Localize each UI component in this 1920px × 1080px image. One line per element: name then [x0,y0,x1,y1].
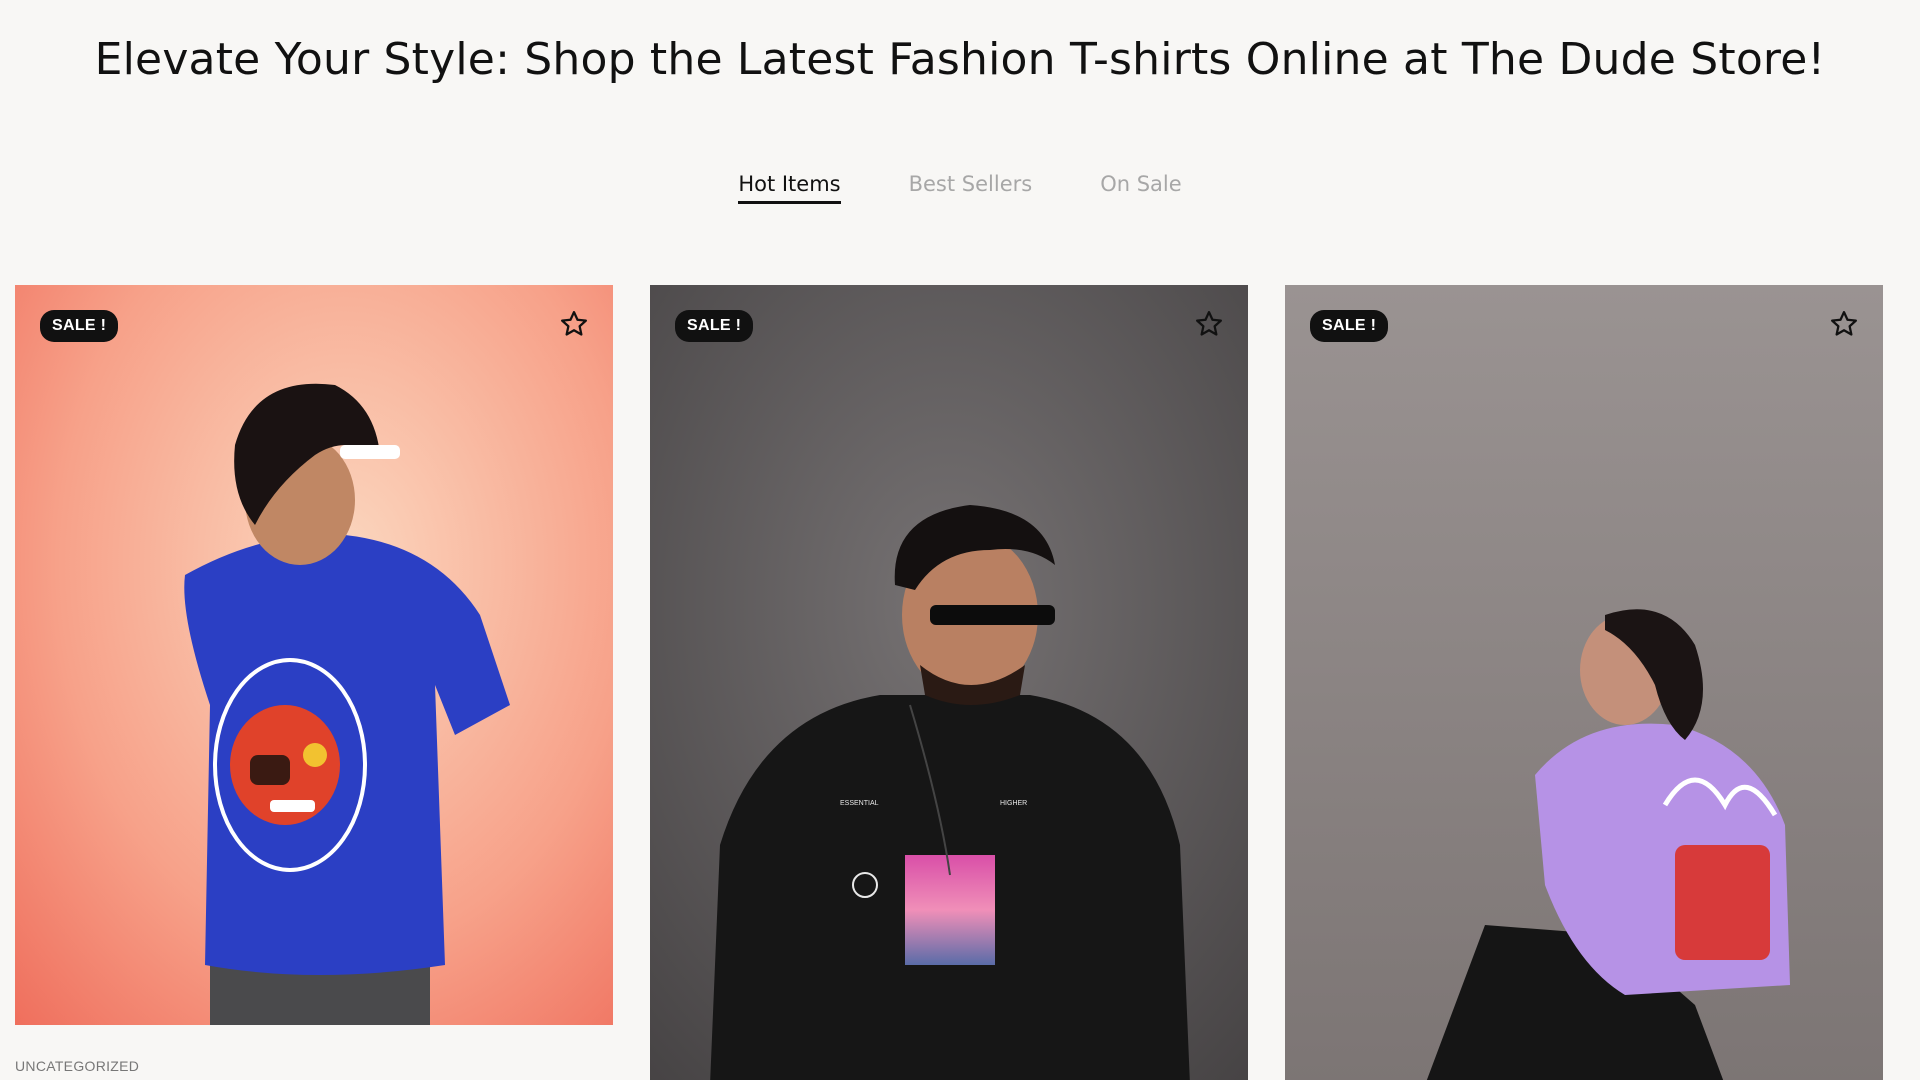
tab-best-sellers[interactable]: Best Sellers [909,172,1033,204]
product-image[interactable]: SALE ! [1285,285,1883,1080]
product-tabs: Hot Items Best Sellers On Sale [0,172,1920,204]
product-card[interactable]: SALE ! UNCATEGORIZED [15,285,613,1074]
page-headline: Elevate Your Style: Shop the Latest Fash… [94,34,1826,85]
svg-text:ESSENTIAL: ESSENTIAL [840,800,879,807]
product-card[interactable]: ESSENTIAL HIGHER SALE ! [650,285,1248,1080]
product-category[interactable]: UNCATEGORIZED [15,1058,613,1074]
tab-hot-items[interactable]: Hot Items [738,172,841,204]
sale-badge: SALE ! [675,310,754,342]
product-photo-woman-lavender-tshirt [1285,285,1883,1080]
star-outline-icon[interactable] [559,309,589,339]
star-outline-icon[interactable] [1194,309,1224,339]
sale-badge: SALE ! [40,310,119,342]
sale-badge: SALE ! [1310,310,1389,342]
page: Elevate Your Style: Shop the Latest Fash… [0,0,1920,1080]
product-photo-man-black-tshirt: ESSENTIAL HIGHER [650,285,1248,1080]
star-outline-icon[interactable] [1829,309,1859,339]
svg-text:HIGHER: HIGHER [1000,800,1027,807]
product-card[interactable]: SALE ! [1285,285,1883,1080]
tab-on-sale[interactable]: On Sale [1100,172,1181,204]
product-photo-man-blue-tshirt [15,285,613,1025]
product-grid: SALE ! UNCATEGORIZED ESSENTIAL HIGHER SA… [15,285,1885,1080]
product-image[interactable]: ESSENTIAL HIGHER SALE ! [650,285,1248,1080]
product-image[interactable]: SALE ! [15,285,613,1025]
